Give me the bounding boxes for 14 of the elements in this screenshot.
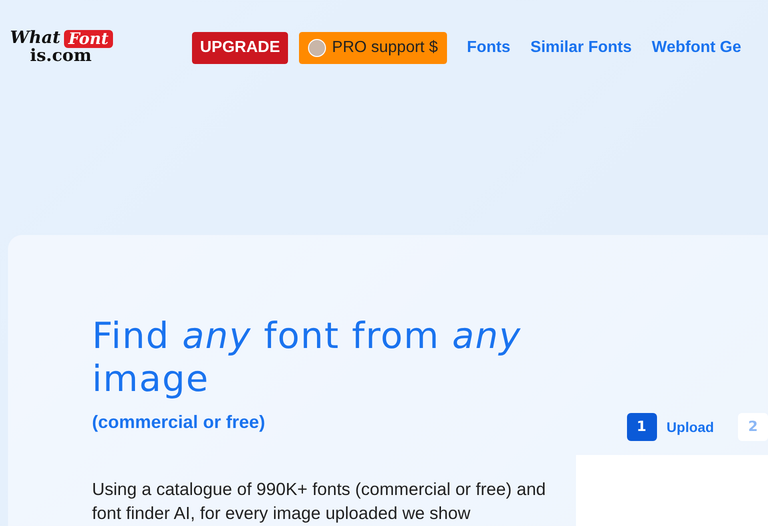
- step-number[interactable]: 1: [626, 413, 657, 441]
- hero-title: Find any font from any image: [92, 315, 522, 402]
- logo-badge[interactable]: Font: [64, 30, 113, 48]
- avatar-icon: [308, 38, 326, 56]
- nav-link[interactable]: Webfont Ge: [652, 36, 742, 60]
- logo-text[interactable]: is.com: [30, 48, 120, 65]
- pro-support-button[interactable]: PRO support $: [299, 32, 447, 64]
- nav-link[interactable]: Similar Fonts: [530, 36, 632, 60]
- step-label: Upload: [666, 418, 714, 437]
- nav-link[interactable]: Fonts: [466, 36, 510, 60]
- upgrade-button[interactable]: UPGRADE: [192, 32, 288, 64]
- hero-subtitle: (commercial or free): [92, 411, 266, 434]
- logo-text[interactable]: What: [10, 30, 60, 47]
- hero-description: Using a catalogue of 990K+ fonts (commercial or free) and font finder AI, for every image uploaded we show: [92, 478, 547, 525]
